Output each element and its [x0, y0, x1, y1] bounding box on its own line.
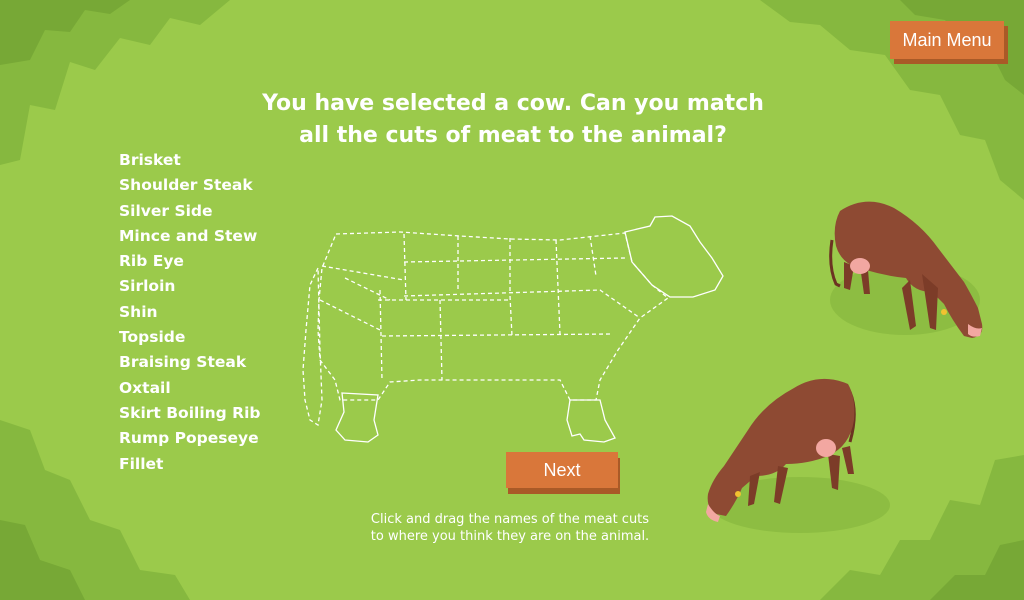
cow-cut-line — [403, 233, 407, 301]
cow-cut-line — [509, 295, 513, 337]
cow-fore-shin-outline[interactable] — [566, 399, 616, 443]
main-menu-button[interactable]: Main Menu — [890, 21, 1004, 59]
cow-cut-line — [319, 299, 381, 331]
title-line-2: all the cuts of meat to the animal? — [299, 123, 727, 148]
meat-cut-label-silver-side[interactable]: Silver Side — [119, 199, 261, 224]
title-line-1: You have selected a cow. Can you match — [262, 91, 764, 116]
cow-illustration-standing — [829, 201, 983, 338]
instructions-text: Click and drag the names of the meat cut… — [300, 511, 720, 545]
cow-head-outline — [624, 215, 724, 298]
cow-cut-line — [381, 333, 613, 337]
meat-cut-label-oxtail[interactable]: Oxtail — [119, 376, 261, 401]
meat-cut-label-shin[interactable]: Shin — [119, 300, 261, 325]
cow-cut-line — [321, 265, 405, 281]
meat-cut-label-mince-and-stew[interactable]: Mince and Stew — [119, 224, 261, 249]
meat-cut-label-rib-eye[interactable]: Rib Eye — [119, 249, 261, 274]
meat-cut-label-brisket[interactable]: Brisket — [119, 148, 261, 173]
cow-illustration-grazing — [706, 378, 856, 522]
meat-cut-label-fillet[interactable]: Fillet — [119, 452, 261, 477]
meat-cut-label-rump-popeseye[interactable]: Rump Popeseye — [119, 426, 261, 451]
instructions-line-1: Click and drag the names of the meat cut… — [370, 512, 650, 527]
cow-body-outline[interactable] — [317, 231, 670, 401]
instructions-line-2: to where you think they are on the anima… — [370, 529, 650, 544]
next-button[interactable]: Next — [506, 452, 618, 488]
cow-cut-line — [555, 239, 561, 335]
cow-cut-line — [403, 257, 626, 263]
cow-cut-line — [379, 289, 383, 381]
cow-cut-line — [439, 299, 443, 381]
meat-cut-label-shoulder-steak[interactable]: Shoulder Steak — [119, 173, 261, 198]
meat-cut-label-sirloin[interactable]: Sirloin — [119, 274, 261, 299]
meat-cuts-list: Brisket Shoulder Steak Silver Side Mince… — [119, 148, 261, 477]
meat-cut-label-skirt-boiling-rib[interactable]: Skirt Boiling Rib — [119, 401, 261, 426]
cow-cuts-diagram[interactable] — [296, 210, 730, 450]
page-title: You have selected a cow. Can you match a… — [200, 88, 826, 152]
meat-cut-label-topside[interactable]: Topside — [119, 325, 261, 350]
cow-cut-line — [403, 289, 641, 319]
cow-cut-line — [344, 277, 391, 301]
cow-cut-line — [589, 235, 597, 277]
meat-cut-label-braising-steak[interactable]: Braising Steak — [119, 350, 261, 375]
